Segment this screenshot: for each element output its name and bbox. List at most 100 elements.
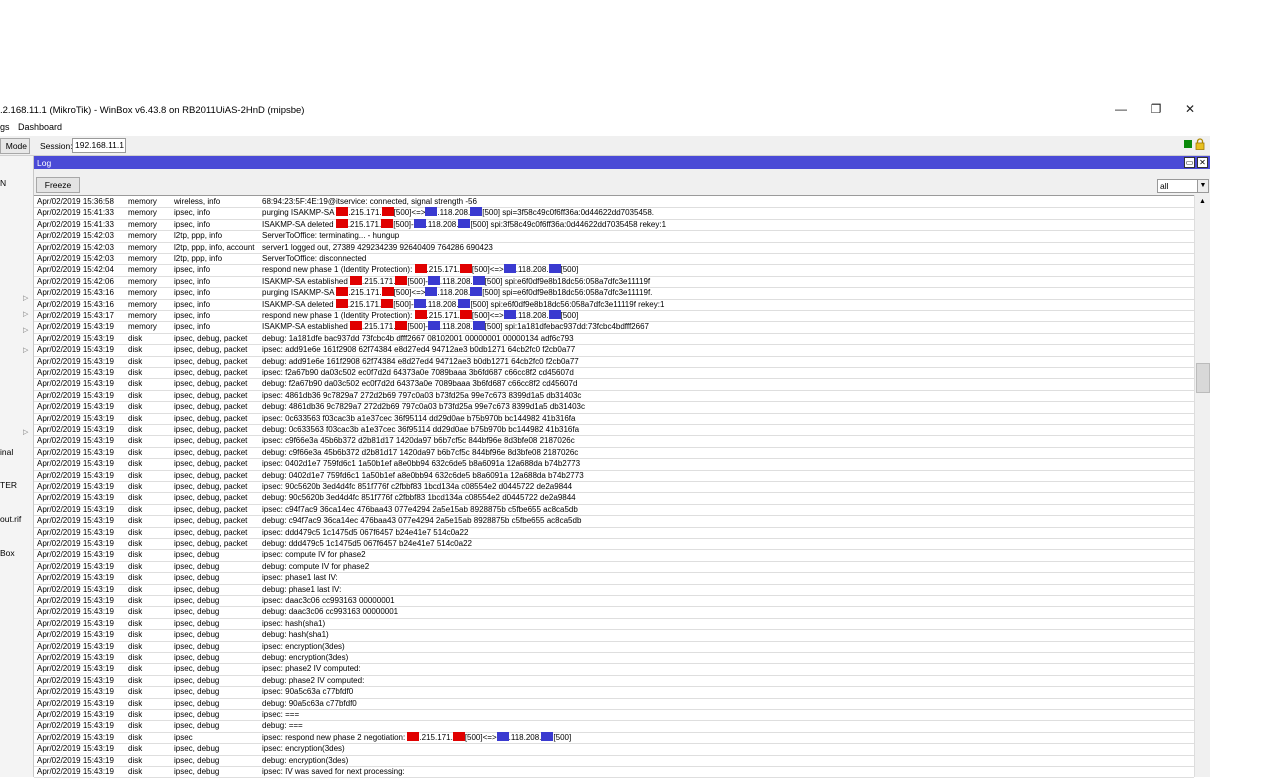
- sidebar-item-file[interactable]: out.rif: [0, 514, 21, 524]
- scroll-thumb[interactable]: [1196, 363, 1210, 393]
- session-input[interactable]: 192.168.11.1: [72, 138, 126, 153]
- log-topics: ipsec, info: [174, 208, 211, 218]
- log-message: ipsec: 0402d1e7 759fd6c1 1a50b1ef a8e0bb…: [262, 458, 580, 469]
- log-message-text: [500]<=>: [471, 311, 504, 320]
- log-message-text: .215.171.: [347, 299, 382, 309]
- log-buffer: disk: [128, 687, 143, 697]
- freeze-button[interactable]: Freeze: [36, 177, 80, 193]
- chevron-right-icon: ▷: [23, 429, 29, 436]
- menu-item-dashboard[interactable]: Dashboard: [18, 122, 62, 132]
- log-message: ISAKMP-SA deleted .215.171. [500]- .118.20…: [262, 298, 665, 310]
- log-topics: ipsec, debug: [174, 698, 220, 708]
- log-time: Apr/02/2019 15:43:19: [37, 698, 114, 708]
- log-message-text: ipsec: 90c5620b 3ed4d4fc 851f776f c2fbbf…: [262, 482, 573, 491]
- log-time: Apr/02/2019 15:43:19: [37, 436, 114, 446]
- log-message-text: ipsec: IV was saved for next processing:: [262, 767, 405, 776]
- log-time: Apr/02/2019 15:43:19: [37, 527, 114, 537]
- log-message: debug: 1a181dfe bac937dd 73fcbc4b dfff26…: [262, 333, 574, 344]
- log-message-text: ServerToOffice: disconnected: [262, 254, 367, 263]
- log-time: Apr/02/2019 15:43:19: [37, 630, 114, 640]
- restore-button[interactable]: ❐: [1145, 101, 1167, 117]
- menu-item-settings[interactable]: gs: [0, 122, 10, 132]
- minimize-button[interactable]: —: [1110, 101, 1132, 117]
- redaction-block: [336, 287, 349, 297]
- log-buffer: disk: [128, 732, 143, 742]
- redaction-block: [452, 731, 465, 741]
- redaction-block: [350, 321, 363, 331]
- log-message: ipsec: add91e6e 161f2908 62f74384 e8d27e…: [262, 344, 575, 355]
- log-topics: ipsec, debug: [174, 573, 220, 583]
- log-time: Apr/02/2019 15:43:19: [37, 584, 114, 594]
- log-time: Apr/02/2019 15:43:16: [37, 299, 114, 309]
- log-buffer: memory: [128, 208, 157, 218]
- filter-select[interactable]: all ▼: [1157, 179, 1209, 193]
- log-message-text: debug: f2a67b90 da03c502 ec0f7d2d 64373a…: [262, 379, 578, 389]
- log-message-text: [500] spi:e6f0df9e8b18dc56:058a7dfc3e111…: [470, 299, 665, 309]
- log-message-text: debug: c9f66e3a 45b6b372 d2b81d17 1420da…: [262, 447, 579, 457]
- log-time: Apr/02/2019 15:43:19: [37, 413, 114, 423]
- menu-bar: gs Dashboard: [0, 120, 1210, 134]
- log-buffer: memory: [128, 242, 157, 252]
- redaction-block: [425, 287, 438, 297]
- log-topics: ipsec, debug: [174, 653, 220, 662]
- log-topics: l2tp, ppp, info, account: [174, 242, 255, 252]
- log-buffer: disk: [128, 493, 143, 503]
- close-button[interactable]: ✕: [1179, 101, 1201, 117]
- sidebar-item-label[interactable]: N: [0, 178, 6, 188]
- log-topics: ipsec, debug: [174, 664, 220, 674]
- sidebar-item-router[interactable]: TER: [0, 480, 17, 490]
- redaction-block: [425, 207, 438, 217]
- log-message-text: debug: ddd479c5 1c1475d5 067f6457 b24e41…: [262, 539, 472, 548]
- maximize-icon[interactable]: ▭: [1184, 157, 1195, 168]
- log-message-text: [500]-: [393, 219, 414, 229]
- redaction-block: [459, 264, 472, 274]
- log-buffer: memory: [128, 288, 157, 298]
- redaction-block: [496, 731, 509, 741]
- mode-button[interactable]: Mode: [0, 138, 30, 154]
- sidebar-item-winbox[interactable]: Box: [0, 548, 15, 558]
- log-time: Apr/02/2019 15:43:19: [37, 447, 114, 457]
- redaction-block: [381, 207, 394, 217]
- close-icon[interactable]: ✕: [1197, 157, 1208, 168]
- log-message: debug: 0c633563 f03cac3b a1e37cec 36f951…: [262, 424, 579, 435]
- log-topics: ipsec, debug: [174, 596, 220, 605]
- log-message: ipsec: c94f7ac9 36ca14ec 476baa43 077e42…: [262, 504, 578, 515]
- chevron-down-icon[interactable]: ▼: [1197, 180, 1208, 192]
- chevron-right-icon: ▷: [23, 311, 29, 318]
- log-message-text: [500] spi:e6f0df9e8b18dc56:058a7dfc3e111…: [484, 276, 651, 286]
- log-message-text: .215.171.: [419, 732, 453, 742]
- log-buffer: memory: [128, 276, 157, 286]
- log-message: ipsec: 0c633563 f03cac3b a1e37cec 36f951…: [262, 413, 575, 424]
- log-message: purging ISAKMP-SA .215.171. [500]<=> .118.…: [262, 207, 654, 218]
- log-buffer: memory: [128, 265, 157, 275]
- log-message-text: debug: daac3c06 cc993163 00000001: [262, 607, 399, 617]
- log-topics: ipsec, debug: [174, 710, 220, 719]
- log-time: Apr/02/2019 15:43:19: [37, 402, 114, 412]
- log-time: Apr/02/2019 15:43:19: [37, 767, 114, 776]
- log-time: Apr/02/2019 15:42:03: [37, 231, 114, 241]
- scroll-up-icon[interactable]: ▲: [1195, 195, 1210, 208]
- scrollbar[interactable]: ▲: [1194, 195, 1210, 777]
- log-topics: ipsec, debug, packet: [174, 470, 248, 480]
- log-message-text: .215.171.: [347, 219, 382, 229]
- log-message-text: debug: 0402d1e7 759fd6c1 1a50b1ef a8e0bb…: [262, 470, 584, 480]
- log-message: ServerToOffice: disconnected: [262, 253, 366, 264]
- log-buffer: disk: [128, 436, 143, 446]
- log-message-text: [500]-: [407, 322, 428, 332]
- log-buffer: disk: [128, 618, 143, 628]
- log-time: Apr/02/2019 15:43:19: [37, 653, 114, 662]
- log-table: Apr/02/2019 15:36:58 memory wireless, info…: [34, 195, 1194, 778]
- log-message-text: [500] spi:1a181dfebac937dd:73fcbc4bdfff2…: [484, 322, 649, 332]
- log-topics: ipsec, debug, packet: [174, 356, 248, 366]
- log-message-text: ipsec: c94f7ac9 36ca14ec 476baa43 077e42…: [262, 504, 578, 514]
- log-buffer: disk: [128, 447, 143, 457]
- log-message-text: .215.171.: [348, 288, 382, 298]
- sidebar-item-terminal[interactable]: inal: [0, 447, 13, 457]
- log-buffer: disk: [128, 675, 143, 685]
- table-row[interactable]: Apr/02/2019 15:43:19 disk ipsec, debug ipse…: [34, 766, 1194, 778]
- log-buffer: disk: [128, 425, 143, 434]
- redaction-block: [395, 275, 408, 285]
- log-buffer: disk: [128, 653, 143, 662]
- log-buffer: disk: [128, 390, 143, 400]
- log-message: debug: phase1 last IV:: [262, 584, 341, 595]
